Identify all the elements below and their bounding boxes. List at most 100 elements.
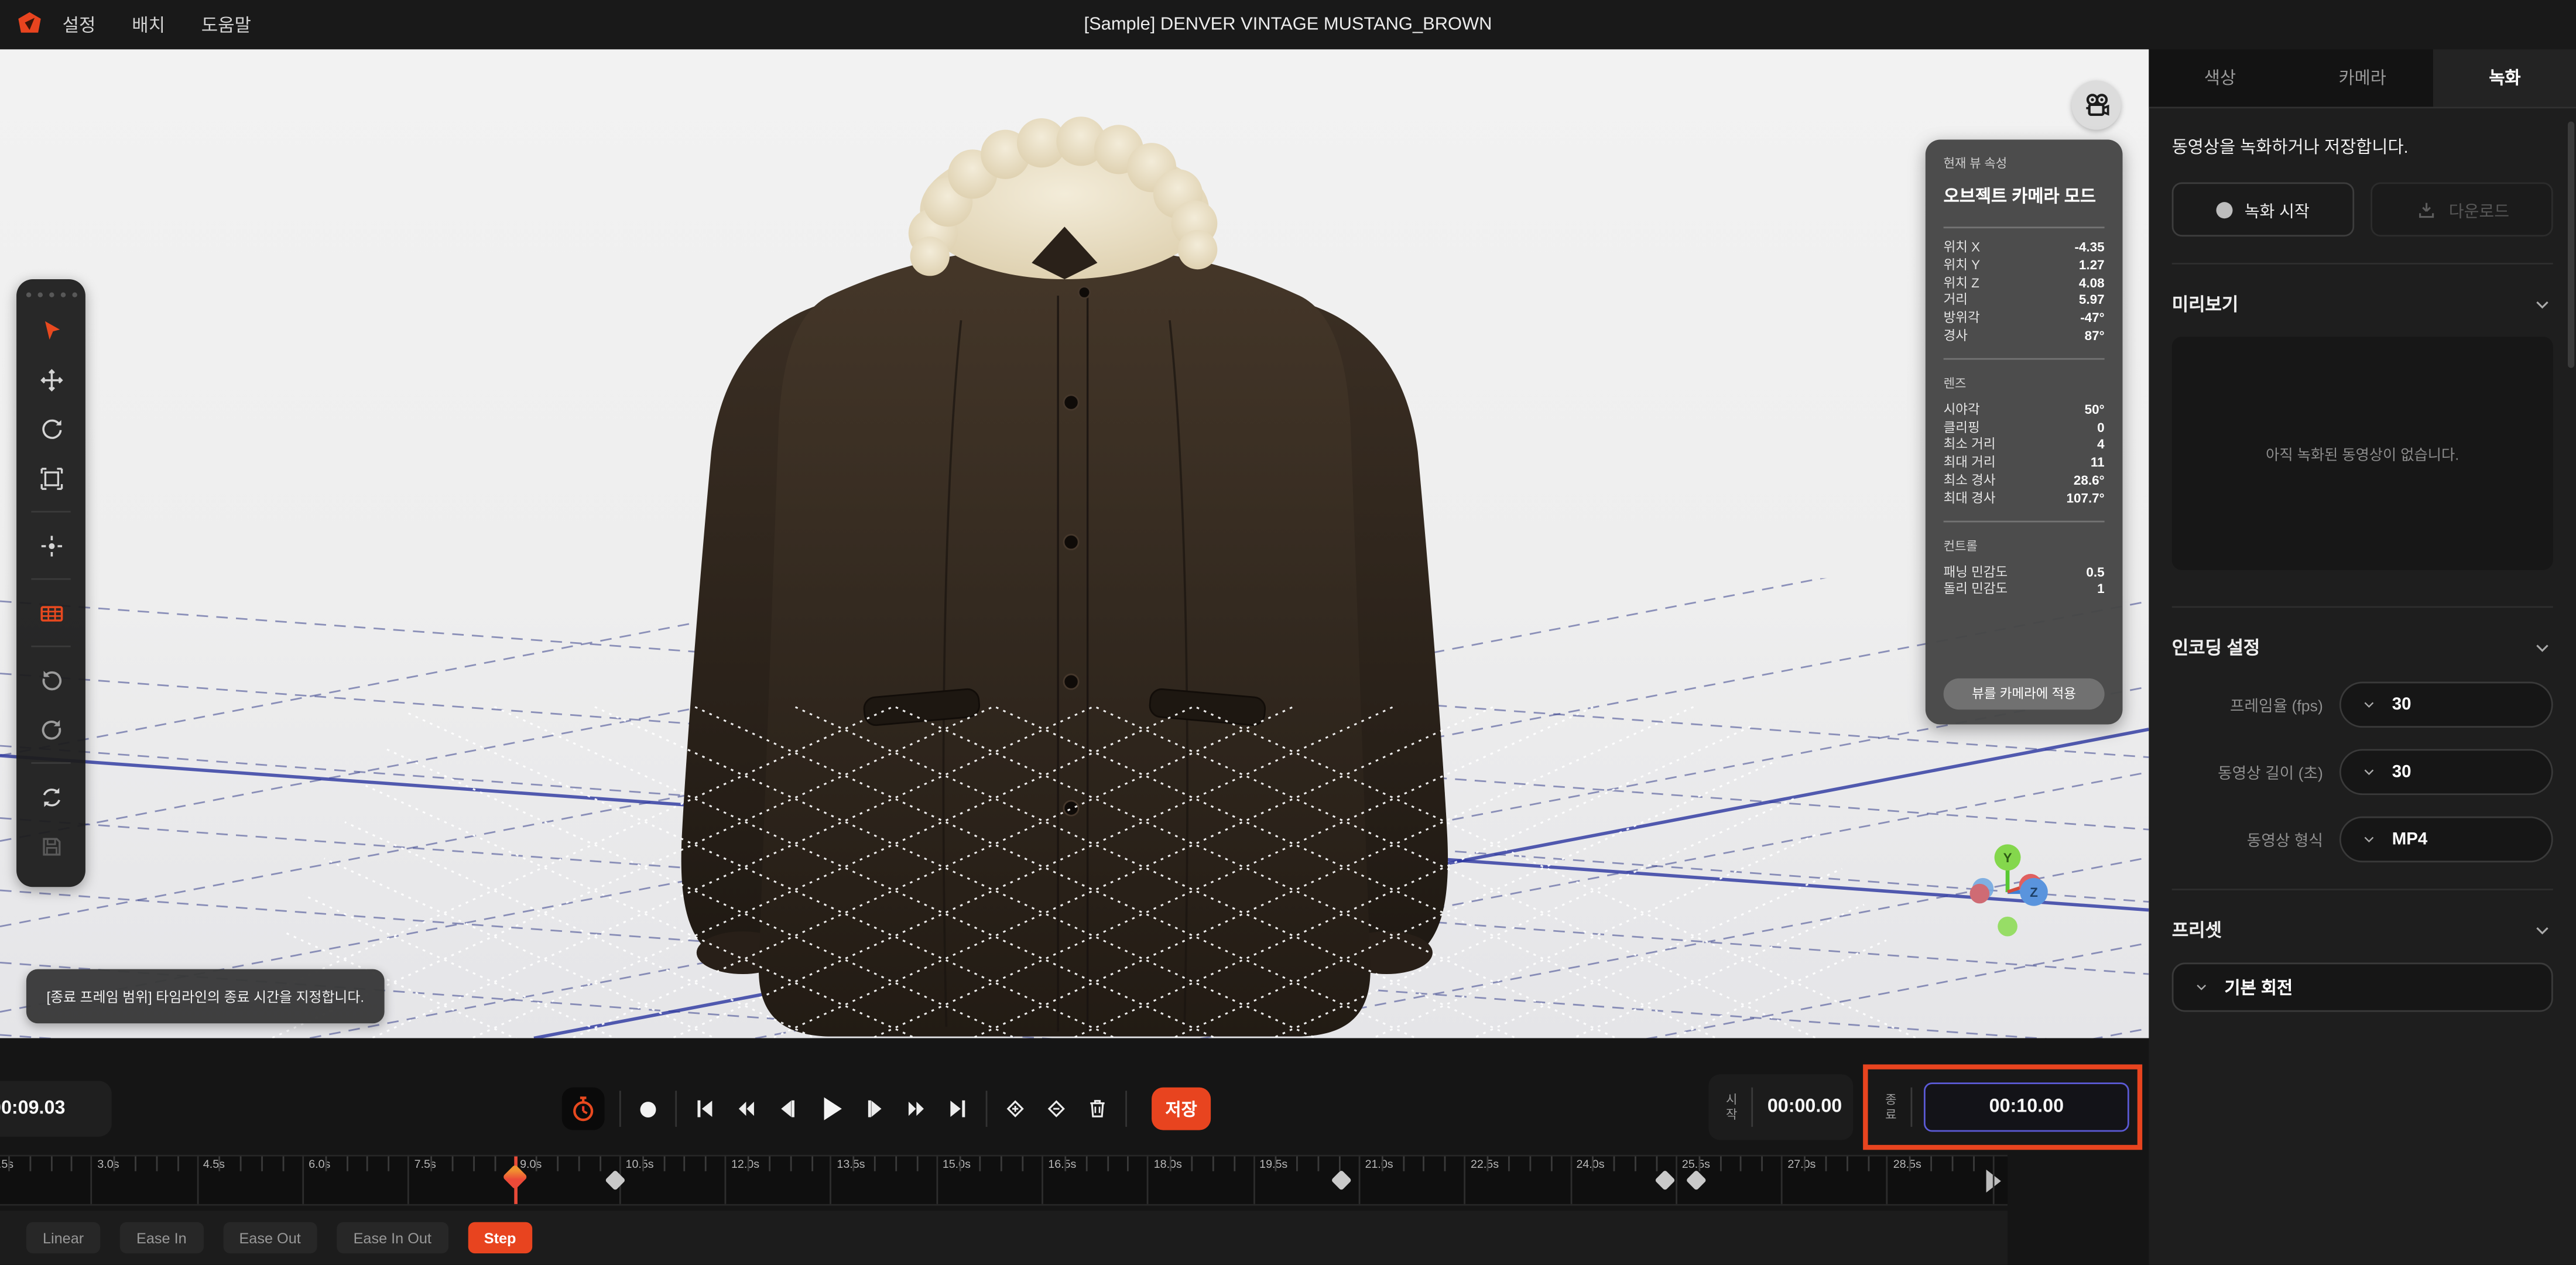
transport-separator [675, 1091, 677, 1127]
preset-section-title: 프리셋 [2172, 917, 2222, 943]
right-sidebar: 색상카메라녹화 동영상을 녹화하거나 저장합니다. 녹화 시작 다운로드 미리보… [2149, 49, 2576, 1265]
download-icon [2414, 198, 2437, 221]
skip-to-end-button[interactable] [945, 1096, 971, 1122]
timer-button[interactable] [562, 1088, 605, 1130]
gizmo-z-label: Z [2030, 885, 2038, 900]
timeline-save-button[interactable]: 저장 [1152, 1088, 1211, 1130]
grid-toggle-button[interactable] [28, 589, 74, 636]
axis-gizmo[interactable]: Y Z [1938, 821, 2103, 1002]
timeline-ruler[interactable]: 1.5s3.0s4.5s6.0s7.5s9.0s10.5s12.0s13.5s1… [0, 1155, 2008, 1206]
menu-item-help[interactable]: 도움말 [201, 12, 251, 38]
camera-property-row: 최소 거리4 [1944, 437, 2105, 455]
ruler-cell: 16.5s [1042, 1157, 1147, 1204]
chevron-down-icon[interactable] [2532, 293, 2553, 314]
move-tool-button[interactable] [28, 356, 74, 403]
video-format-dropdown[interactable]: MP4 [2339, 817, 2553, 863]
panel-header: 현재 뷰 속성 [1944, 155, 2105, 173]
select-tool-button[interactable] [28, 307, 74, 354]
transport-separator [619, 1091, 621, 1127]
scene-3d [0, 49, 2149, 1038]
chevron-down-icon [2361, 764, 2377, 780]
remove-keyframe-button[interactable] [1043, 1096, 1070, 1122]
grid-icon [37, 599, 65, 627]
undo-button[interactable] [28, 657, 74, 703]
start-time-field[interactable]: 시작 00:00.00 [1708, 1074, 1853, 1140]
toolbar-divider [31, 578, 70, 580]
viewport-3d[interactable]: 현재 뷰 속성 오브젝트 카메라 모드 위치 X-4.35위치 Y1.27위치 … [0, 49, 2149, 1038]
trash-icon [1084, 1096, 1111, 1122]
tab-camera[interactable]: 카메라 [2291, 49, 2434, 107]
download-button[interactable]: 다운로드 [2371, 182, 2553, 236]
end-label: 종료 [1875, 1092, 1907, 1122]
sidebar-scrollbar[interactable] [2568, 122, 2574, 368]
easing-step-button[interactable]: Step [468, 1222, 533, 1253]
camera-property-row: 돌리 민감도1 [1944, 582, 2105, 599]
record-button[interactable] [636, 1096, 660, 1121]
tab-record[interactable]: 녹화 [2434, 49, 2576, 107]
scale-icon [37, 464, 65, 492]
next-frame-button[interactable] [862, 1096, 889, 1122]
ruler-cell: 1.5s [0, 1157, 91, 1204]
fast-forward-icon [903, 1096, 930, 1122]
easing-ease-in-out-button[interactable]: Ease In Out [337, 1222, 448, 1253]
fast-forward-button[interactable] [903, 1096, 930, 1122]
framerate-dropdown[interactable]: 30 [2339, 682, 2553, 728]
keyframe-add-icon [1002, 1096, 1029, 1122]
chevron-down-icon [2532, 636, 2553, 657]
skip-to-start-button[interactable] [691, 1096, 718, 1122]
delete-button[interactable] [1084, 1096, 1111, 1122]
redo-button[interactable] [28, 707, 74, 753]
save-view-button[interactable] [28, 823, 74, 869]
focus-tool-button[interactable] [28, 522, 74, 568]
transport-separator [1125, 1091, 1127, 1127]
redo-icon [37, 715, 65, 743]
tab-color[interactable]: 색상 [2149, 49, 2291, 107]
rewind-button[interactable] [733, 1096, 759, 1122]
brand-logo-icon[interactable] [15, 10, 44, 40]
menu-item-layout[interactable]: 배치 [132, 12, 165, 38]
previous-frame-button[interactable] [774, 1096, 800, 1122]
toolbar-drag-handle[interactable] [25, 292, 76, 297]
chevron-down-icon[interactable] [2532, 919, 2553, 940]
play-button[interactable] [815, 1092, 848, 1125]
chevron-down-icon [2361, 697, 2377, 713]
record-icon [636, 1096, 660, 1121]
play-icon [815, 1092, 848, 1125]
camera-property-row: 최대 거리11 [1944, 455, 2105, 473]
camera-mode-button[interactable] [2072, 80, 2121, 129]
undo-icon [37, 666, 65, 694]
add-keyframe-button[interactable] [1002, 1096, 1029, 1122]
end-time-input[interactable]: 00:10.00 [1924, 1082, 2129, 1132]
video-length-dropdown[interactable]: 30 [2339, 749, 2553, 796]
ruler-cell: 3.0s [91, 1157, 196, 1204]
scale-tool-button[interactable] [28, 455, 74, 501]
camera-mode-label: 오브젝트 카메라 모드 [1944, 184, 2105, 208]
ruler-cell [1992, 1157, 2008, 1204]
ruler-cell: 28.5s [1887, 1157, 1992, 1204]
camera-property-row: 위치 X-4.35 [1944, 240, 2105, 258]
move-icon [37, 365, 65, 393]
easing-ease-out-button[interactable]: Ease Out [222, 1222, 317, 1253]
transport-controls: 저장 [562, 1078, 1211, 1140]
camera-property-row: 최대 경사107.7° [1944, 491, 2105, 508]
reset-view-button[interactable] [28, 774, 74, 820]
chevron-down-icon [2532, 293, 2553, 314]
preview-section-title: 미리보기 [2172, 291, 2239, 317]
skip-end-icon [945, 1096, 971, 1122]
preset-dropdown[interactable]: 기본 회전 [2172, 962, 2553, 1012]
keyframe-remove-icon [1043, 1096, 1070, 1122]
window-title: [Sample] DENVER VINTAGE MUSTANG_BROWN [0, 0, 2576, 49]
start-time-value[interactable]: 00:00.00 [1756, 1097, 1854, 1117]
easing-ease-in-button[interactable]: Ease In [120, 1222, 203, 1253]
garment-jacket[interactable] [681, 116, 1448, 1036]
camera-properties-panel: 현재 뷰 속성 오브젝트 카메라 모드 위치 X-4.35위치 Y1.27위치 … [1926, 140, 2123, 725]
rotate-tool-button[interactable] [28, 406, 74, 452]
start-recording-button[interactable]: 녹화 시작 [2172, 182, 2354, 236]
end-time-highlight: 종료 00:10.00 [1863, 1064, 2142, 1150]
ruler-cell: 13.5s [830, 1157, 936, 1204]
apply-to-camera-button[interactable]: 뷰를 카메라에 적용 [1944, 678, 2105, 709]
ruler-cell: 9.0s [513, 1157, 619, 1204]
chevron-down-icon[interactable] [2532, 636, 2553, 657]
easing-linear-button[interactable]: Linear [26, 1222, 100, 1253]
menu-item-settings[interactable]: 설정 [63, 12, 96, 38]
